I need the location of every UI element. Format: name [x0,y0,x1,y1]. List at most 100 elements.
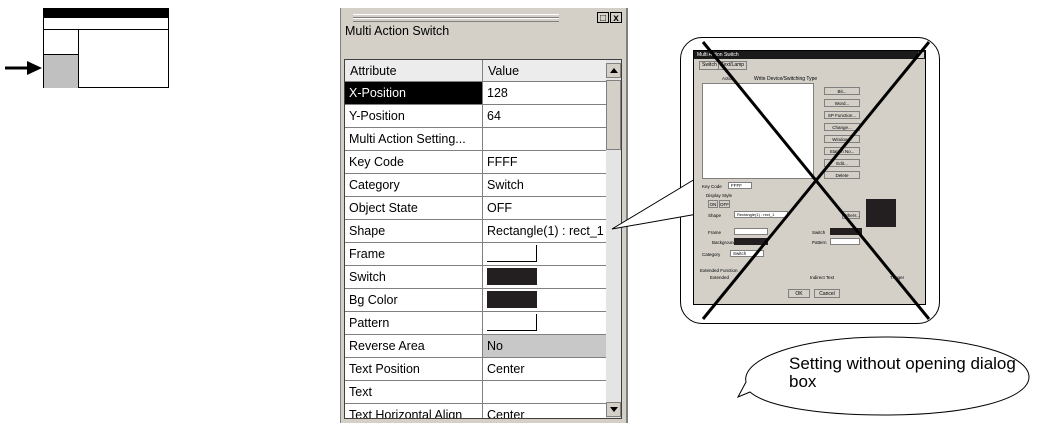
on-state-button: ON [708,200,718,208]
shape-field: Rectangle(1) : rect_1 [734,211,788,218]
property-grid: Attribute Value X-Position 128 Y-Positio… [344,59,622,419]
station-no-button: Station No... [824,147,860,155]
scroll-up-button[interactable] [606,63,621,78]
property-row-key-code[interactable]: Key Code FFFF [345,151,606,174]
property-value[interactable]: Center [483,404,606,418]
property-name: Frame [345,243,483,265]
action-list [702,83,814,179]
extended-function-label: Extended Function [700,268,738,273]
bg-color-value[interactable] [483,289,606,311]
off-state-button: OFF [719,200,730,208]
property-name: Switch [345,266,483,288]
property-row-frame[interactable]: Frame [345,243,606,266]
multi-action-switch-dialog-thumbnail: Multi Action Switch Switch Text/Lamp Act… [693,50,926,305]
close-icon [918,52,924,58]
property-value[interactable]: 128 [483,82,606,104]
scroll-thumb[interactable] [606,80,621,150]
property-row-text-horizontal-align[interactable]: Text Horizontal Align Center [345,404,606,418]
cancel-button: Cancel [814,289,840,298]
background-label: Background [712,240,737,245]
color-swatch[interactable] [487,291,537,308]
edit-button: Edit... [824,159,860,167]
close-button[interactable]: x [610,12,622,24]
shape-label: Shape [708,213,722,218]
pattern-field [830,238,860,245]
property-name: Object State [345,197,483,219]
property-row-text-position[interactable]: Text Position Center [345,358,606,381]
key-code-field: FFFF [728,182,752,189]
value-column-header[interactable]: Value [483,60,606,82]
category-field: Switch [730,250,764,257]
layout-diagram-subheader [44,18,168,30]
property-row-bg-color[interactable]: Bg Color [345,289,606,312]
property-value[interactable]: 64 [483,105,606,127]
delete-button: Delete [824,171,860,179]
frame-color-field [734,228,768,235]
word-button: Word... [824,99,860,107]
switch-color-field [830,228,862,235]
vertical-scrollbar[interactable] [606,60,621,418]
display-style-label: Display Style [706,193,733,198]
property-row-x-position[interactable]: X-Position 128 [345,82,606,105]
category-label: Category [702,252,721,257]
property-value[interactable]: Switch [483,174,606,196]
frame-color-value[interactable] [483,243,606,265]
property-value[interactable]: FFFF [483,151,606,173]
window-button: Window... [824,135,860,143]
property-row-switch[interactable]: Switch [345,266,606,289]
property-row-y-position[interactable]: Y-Position 64 [345,105,606,128]
tab-text-lamp: Text/Lamp [718,61,748,70]
property-name: Reverse Area [345,335,483,357]
restore-button[interactable]: □ [597,12,609,24]
property-value[interactable] [483,128,606,150]
list-header-action: Action [722,76,735,81]
color-swatch[interactable] [487,245,537,262]
property-name: Text Position [345,358,483,380]
shape-preview [866,199,896,227]
pattern-label: Pattern [812,240,827,245]
key-code-label: Key Code [702,184,722,189]
attribute-column-header[interactable]: Attribute [345,60,483,82]
property-value[interactable] [483,381,606,403]
property-name: Multi Action Setting... [345,128,483,150]
bubble-text: Setting without opening dialog box [789,354,1016,391]
change-button: Change... [824,123,860,131]
layout-diagram-property-pane [44,55,78,88]
pattern-value[interactable] [483,312,606,334]
property-panel: □ x Multi Action Switch Attribute Value … [340,8,628,423]
background-color-field [734,238,768,245]
switch-label: Switch [812,230,826,235]
bit-button: Bit... [824,87,860,95]
property-value[interactable]: OFF [483,197,606,219]
tab-switch: Switch [699,61,720,70]
indirect-text-checkbox-label: Indirect Text [810,275,835,280]
property-name: Category [345,174,483,196]
layout-diagram-header [44,9,168,18]
arrow-right-icon [5,61,42,75]
grid-header: Attribute Value [345,60,606,82]
pattern-swatch[interactable] [487,314,537,331]
property-row-pattern[interactable]: Pattern [345,312,606,335]
property-row-shape[interactable]: Shape Rectangle(1) : rect_1 [345,220,606,243]
sp-function-button: SP Function... [824,111,860,119]
arrow-down-icon [610,407,618,412]
arrow-up-icon [610,68,618,73]
property-value[interactable]: Center [483,358,606,380]
scroll-down-button[interactable] [606,402,621,417]
property-row-category[interactable]: Category Switch [345,174,606,197]
extended-checkbox-label: Extended [710,275,730,280]
property-value[interactable]: Rectangle(1) : rect_1 [483,220,606,242]
ok-button: OK [788,289,810,298]
trigger-checkbox-label: Trigger [890,275,905,280]
property-value[interactable]: No [483,335,606,357]
property-name: Text Horizontal Align [345,404,483,418]
color-swatch[interactable] [487,268,537,285]
property-row-reverse-area[interactable]: Reverse Area No [345,335,606,358]
layout-diagram [43,8,169,88]
property-row-text[interactable]: Text [345,381,606,404]
switch-color-value[interactable] [483,266,606,288]
property-row-multi-action-setting[interactable]: Multi Action Setting... [345,128,606,151]
panel-title: Multi Action Switch [345,24,450,38]
dialog-title: Multi Action Switch [694,51,925,59]
property-row-object-state[interactable]: Object State OFF [345,197,606,220]
